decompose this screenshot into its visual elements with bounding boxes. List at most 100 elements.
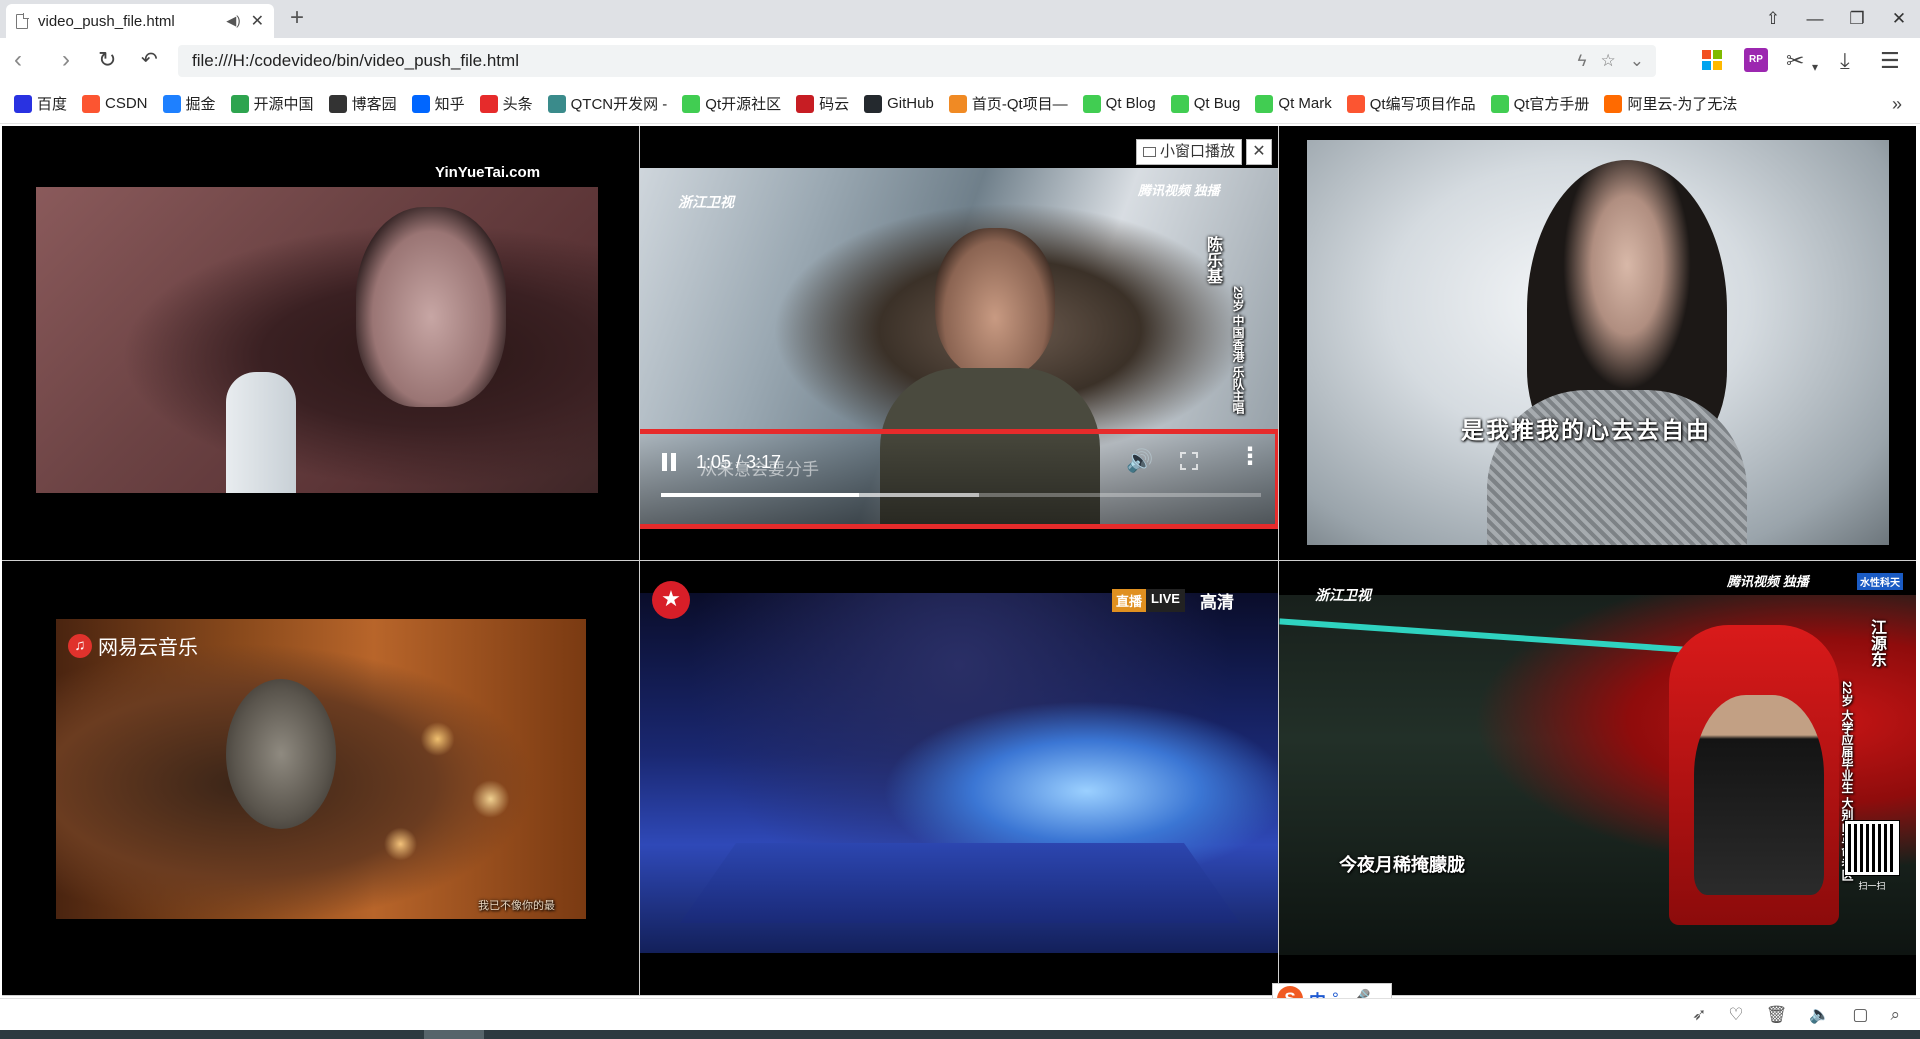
bookmark-qt-project[interactable]: 首页-Qt项目— (948, 93, 1068, 114)
volume-icon[interactable]: 🔊 (1126, 448, 1153, 474)
undo-close-icon[interactable]: ↶ (141, 46, 158, 74)
github-icon (864, 94, 883, 113)
channel-logo: 浙江卫视 (1315, 587, 1371, 603)
qt-project-icon (948, 94, 967, 113)
new-tab-button[interactable]: + (290, 4, 304, 32)
cnblogs-icon (328, 94, 347, 113)
qr-code (1844, 820, 1900, 876)
bookmark-qt-community[interactable]: Qt开源社区 (682, 93, 781, 114)
contestant-name: 江源东 (1868, 619, 1885, 667)
bookmarks-overflow-icon[interactable]: » (1892, 94, 1902, 115)
video-frame (56, 619, 586, 919)
close-window-button[interactable]: ✕ (1878, 9, 1920, 29)
audio-playing-icon[interactable]: ◀) (226, 13, 240, 29)
address-bar[interactable]: file:///H:/codevideo/bin/video_push_file… (178, 45, 1656, 77)
window-icon[interactable]: ▢ (1852, 1005, 1868, 1025)
bookmark-label: 开源中国 (253, 96, 314, 113)
aliyun-icon (1604, 94, 1623, 113)
menu-icon[interactable]: ☰ (1880, 48, 1900, 74)
video-player-3[interactable]: 是我推我的心去去自由 (1279, 126, 1916, 560)
bookmark-label: Qt编写项目作品 (1369, 96, 1476, 113)
contestant-info: 29岁 中国香港 乐队主唱 (1231, 286, 1245, 415)
minimize-button[interactable]: — (1794, 9, 1836, 29)
restore-button[interactable]: ❐ (1836, 9, 1878, 29)
sponsor-logo: 腾讯视频 独播 (1727, 574, 1809, 589)
netease-logo-text: 网易云音乐 (98, 637, 198, 659)
bookmark-cnblogs[interactable]: 博客园 (328, 93, 397, 114)
seek-bar[interactable] (661, 493, 1261, 497)
bookmark-juejin[interactable]: 掘金 (162, 93, 216, 114)
bookmark-qtcn[interactable]: QTCN开发网 - (547, 93, 667, 114)
video-frame (1307, 140, 1889, 545)
player-controls: 从来意会要分手 1:05 / 3:17 🔊 ⋮ (640, 429, 1278, 529)
juejin-icon (162, 94, 181, 113)
bookmark-qt-blog[interactable]: Qt Blog (1082, 94, 1156, 113)
bookmark-label: Qt Mark (1278, 95, 1332, 112)
url-text: file:///H:/codevideo/bin/video_push_file… (192, 51, 519, 70)
chevron-down-icon[interactable]: ⌄ (1630, 45, 1644, 77)
reload-icon[interactable]: ↻ (98, 46, 116, 74)
bookmark-aliyun[interactable]: 阿里云-为了无法 (1604, 93, 1737, 114)
video-player-6[interactable]: 浙江卫视 腾讯视频 独播 水性科天 江源东 22岁 大学应届毕业生 大别山革命老… (1279, 561, 1916, 995)
bookmark-github[interactable]: GitHub (864, 94, 934, 113)
qt-works-icon (1346, 94, 1365, 113)
bookmark-qt-manual[interactable]: Qt官方手册 (1490, 93, 1589, 114)
trash-icon[interactable]: 🗑 (1766, 1005, 1788, 1025)
qr-caption: 扫一扫 (1858, 881, 1886, 891)
bookmark-qt-works[interactable]: Qt编写项目作品 (1346, 93, 1476, 114)
bookmark-qt-mark[interactable]: Qt Mark (1255, 94, 1332, 113)
close-tab-icon[interactable]: ✕ (251, 11, 264, 31)
video-player-5[interactable]: ★ 直播 LIVE 高清 (640, 561, 1278, 995)
gitee-icon (796, 94, 815, 113)
bookmark-baidu[interactable]: 百度 (14, 93, 67, 114)
netease-music-icon: ♫ (68, 633, 92, 658)
video-player-4[interactable]: ♫ 网易云音乐 我已不像你的最 (2, 561, 639, 995)
sound-icon[interactable]: 🔈 (1809, 1005, 1830, 1025)
qt-bug-icon (1170, 94, 1189, 113)
bookmark-label: 知乎 (434, 96, 465, 113)
heart-icon[interactable]: ♡ (1728, 1005, 1743, 1025)
apps-icon[interactable] (1702, 50, 1722, 70)
video-player-2[interactable]: 浙江卫视 腾讯视频 独播 陈乐基 29岁 中国香港 乐队主唱 小窗口播放 ✕ 从… (640, 126, 1278, 560)
navigation-bar: ‹ › ↻ ↶ file:///H:/codevideo/bin/video_p… (0, 38, 1920, 84)
netease-logo: ♫ 网易云音乐 (68, 631, 198, 660)
page-content: YinYueTai.com 浙江卫视 腾讯视频 独播 陈乐基 29岁 中国香港 … (0, 124, 1920, 998)
bookmark-star-icon[interactable]: ☆ (1601, 45, 1616, 77)
scissors-icon[interactable]: ✂ (1786, 48, 1804, 74)
forward-icon[interactable]: › (62, 46, 70, 74)
rocket-icon[interactable]: ➶ (1692, 1005, 1706, 1025)
live-badge: 直播 LIVE (1112, 589, 1185, 612)
pip-icon (1142, 147, 1156, 157)
bookmark-label: Qt Blog (1105, 95, 1156, 112)
bookmark-oschina[interactable]: 开源中国 (230, 93, 314, 114)
browser-tab[interactable]: video_push_file.html ◀) ✕ (6, 4, 274, 38)
taskbar (0, 1030, 1920, 1039)
qtcn-icon (547, 94, 566, 113)
bookmark-label: 阿里云-为了无法 (1627, 96, 1738, 113)
pin-window-icon[interactable]: ⇧ (1752, 9, 1794, 29)
fullscreen-icon[interactable] (1180, 452, 1198, 470)
more-options-icon[interactable]: ⋮ (1238, 445, 1262, 469)
extension-icon[interactable]: RP (1744, 48, 1768, 72)
oschina-icon (230, 94, 249, 113)
bookmark-toutiao[interactable]: 头条 (479, 93, 533, 114)
search-icon[interactable]: ⌕ (1890, 1005, 1900, 1025)
live-badge-cn: 直播 (1112, 589, 1147, 612)
qt-manual-icon (1490, 94, 1509, 113)
qt-mark-icon (1255, 94, 1274, 113)
bookmark-zhihu[interactable]: 知乎 (411, 93, 465, 114)
browser-status-bar: ➶ ♡ 🗑 🔈 ▢ ⌕ (0, 998, 1920, 1030)
pause-icon[interactable] (662, 453, 678, 473)
picture-in-picture-button[interactable]: 小窗口播放 (1135, 139, 1242, 165)
bookmark-gitee[interactable]: 码云 (796, 93, 849, 114)
lightning-icon[interactable]: ϟ (1578, 45, 1587, 77)
tab-title: video_push_file.html (38, 12, 175, 30)
back-icon[interactable]: ‹ (14, 46, 22, 74)
scissors-menu-icon[interactable]: ▾ (1812, 54, 1818, 80)
pip-close-button[interactable]: ✕ (1246, 139, 1272, 165)
video-player-1[interactable]: YinYueTai.com (2, 126, 639, 560)
window-controls: ⇧ — ❐ ✕ (1752, 0, 1920, 38)
bookmark-csdn[interactable]: CSDN (82, 94, 148, 113)
download-icon[interactable]: ⤓ (1840, 48, 1850, 74)
bookmark-qt-bug[interactable]: Qt Bug (1170, 94, 1240, 113)
